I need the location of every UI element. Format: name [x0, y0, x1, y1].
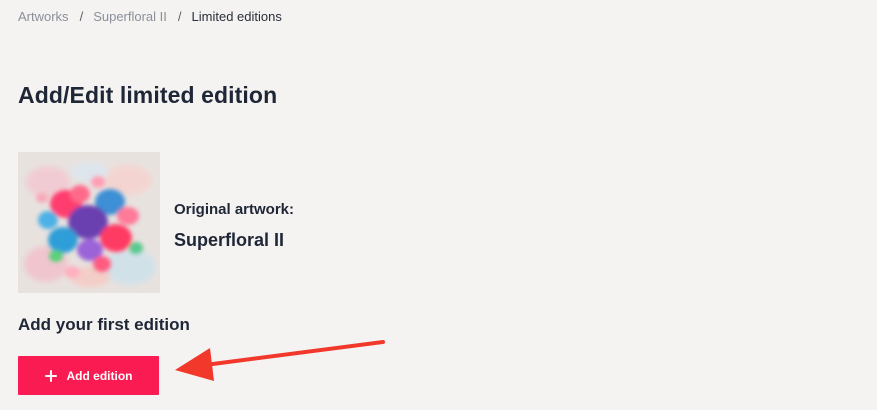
- original-artwork-card: Original artwork: Superfloral II: [18, 152, 294, 293]
- add-edition-button[interactable]: Add edition: [18, 356, 159, 395]
- artwork-info: Original artwork: Superfloral II: [174, 201, 294, 251]
- breadcrumb: Artworks / Superfloral II / Limited edit…: [18, 9, 282, 24]
- add-edition-label: Add edition: [66, 368, 133, 383]
- artwork-name: Superfloral II: [174, 229, 285, 250]
- breadcrumb-link-artwork[interactable]: Superfloral II: [93, 9, 167, 24]
- breadcrumb-separator: /: [177, 9, 182, 24]
- breadcrumb-separator: /: [79, 9, 84, 24]
- page-title: Add/Edit limited edition: [18, 82, 278, 108]
- breadcrumb-link-artworks[interactable]: Artworks: [18, 9, 69, 24]
- artwork-thumbnail: [18, 152, 160, 293]
- first-edition-heading: Add your first edition: [18, 315, 190, 334]
- breadcrumb-current: Limited editions: [191, 9, 282, 24]
- original-artwork-label: Original artwork:: [174, 200, 295, 218]
- plus-icon: [44, 369, 57, 382]
